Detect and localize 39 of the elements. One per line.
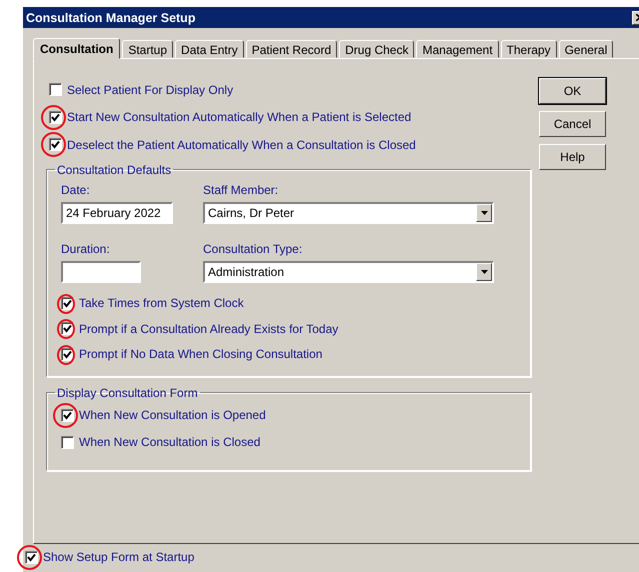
duration-label: Duration: — [61, 242, 111, 256]
tab[interactable]: Patient Record — [246, 40, 338, 58]
checkbox[interactable] — [61, 408, 74, 422]
checkbox[interactable] — [49, 110, 62, 124]
duration-field[interactable] — [61, 260, 141, 282]
checkbox-label: Select Patient For Display Only — [67, 82, 234, 97]
checkbox-label: When New Consultation is Opened — [79, 408, 266, 422]
consultation-type-dropdown[interactable]: Administration — [203, 260, 494, 282]
checkbox-label: Take Times from System Clock — [79, 296, 244, 310]
dialog-button[interactable]: OK — [539, 78, 606, 104]
tab[interactable]: Data Entry — [175, 40, 244, 58]
date-field[interactable]: 24 February 2022 — [61, 202, 173, 224]
tab[interactable]: Drug Check — [339, 40, 414, 58]
checkbox-label: Prompt if a Consultation Already Exists for Today — [79, 322, 338, 336]
checkbox[interactable] — [49, 83, 62, 96]
staff-member-label: Staff Member: — [203, 182, 280, 196]
dropdown-arrow-icon — [480, 270, 488, 274]
tab[interactable]: Therapy — [500, 40, 557, 58]
date-label: Date: — [61, 182, 91, 196]
window-title: Consultation Manager Setup — [26, 10, 196, 24]
checkbox[interactable] — [61, 436, 74, 448]
tab[interactable]: General — [558, 40, 614, 58]
group-title: Display Consultation Form — [56, 386, 199, 400]
tab[interactable]: Consultation — [33, 38, 120, 59]
group-title: Consultation Defaults — [56, 162, 172, 176]
dropdown-arrow-icon — [480, 210, 488, 214]
checkbox-label: When New Consultation is Closed — [79, 435, 260, 449]
checkbox[interactable] — [49, 138, 62, 152]
checkbox-label: Show Setup Form at Startup — [43, 550, 194, 564]
checkbox-label: Deselect the Patient Automatically When a Consultation is Closed — [67, 138, 416, 152]
checkbox-label: Start New Consultation Automatically When a Patient is Selected — [67, 110, 412, 124]
tab[interactable]: Management — [416, 40, 499, 58]
checkbox-label: Prompt if No Data When Closing Consultation — [79, 347, 322, 362]
tab[interactable]: Startup — [122, 40, 174, 58]
consultation-type-label: Consultation Type: — [203, 242, 304, 256]
dialog-button[interactable]: Cancel — [539, 111, 606, 137]
checkbox[interactable] — [25, 550, 38, 564]
dialog-button[interactable]: Help — [539, 144, 606, 170]
staff-member-dropdown[interactable]: Cairns, Dr Peter — [203, 202, 494, 224]
